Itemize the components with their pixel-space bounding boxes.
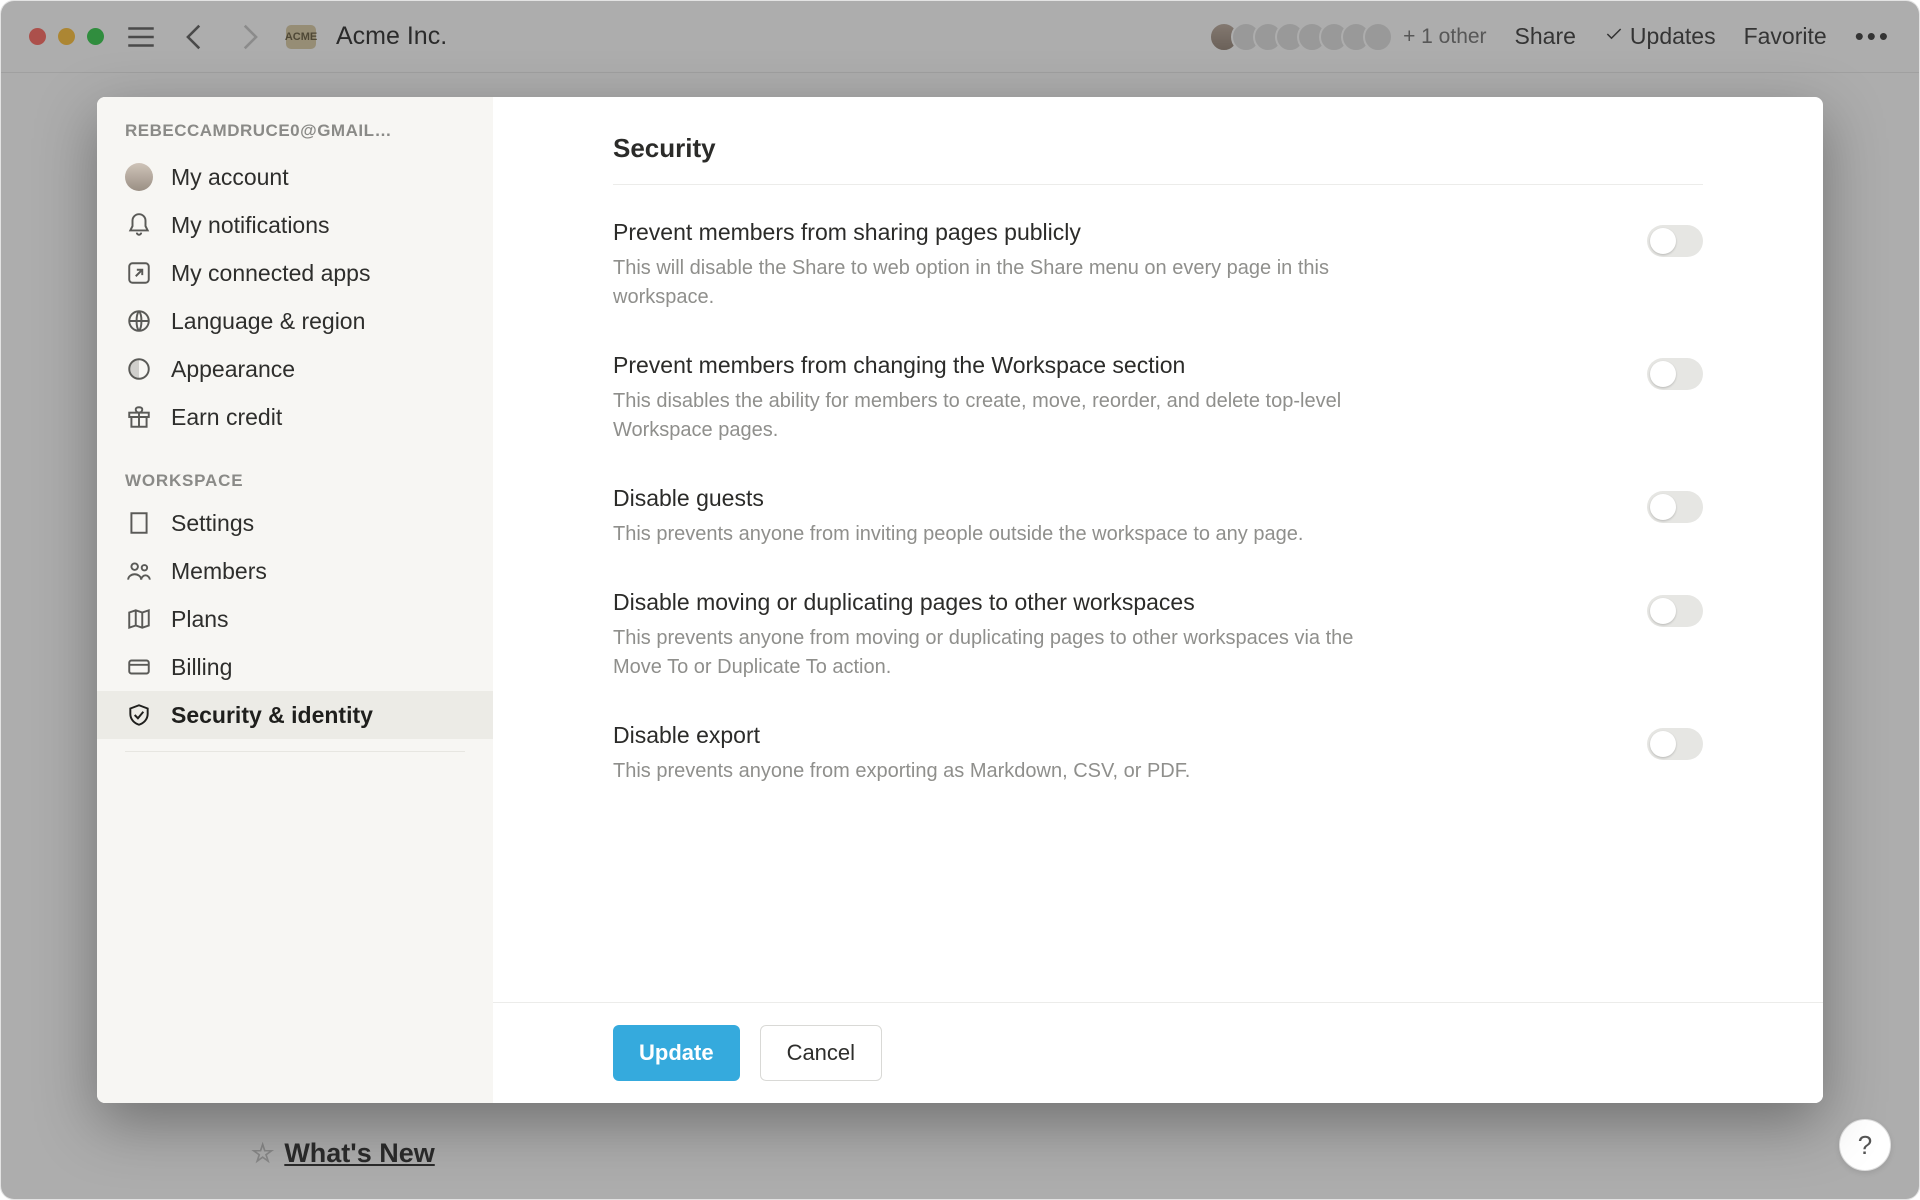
sidebar-item-label: Settings: [171, 510, 254, 537]
setting-title: Disable export: [613, 722, 1607, 749]
external-link-icon: [125, 259, 153, 287]
setting-prevent-public-sharing: Prevent members from sharing pages publi…: [613, 219, 1703, 352]
underlying-page-link[interactable]: ☆ What's New: [251, 1138, 435, 1169]
app-window: ACME Acme Inc. + 1 other Share Updates F…: [0, 0, 1920, 1200]
sidebar-item-label: My connected apps: [171, 260, 370, 287]
setting-disable-export: Disable export This prevents anyone from…: [613, 722, 1703, 806]
whats-new-label: What's New: [284, 1138, 434, 1169]
settings-scroll[interactable]: Security Prevent members from sharing pa…: [493, 97, 1823, 1002]
toggle-disable-export[interactable]: [1647, 728, 1703, 760]
cancel-button[interactable]: Cancel: [760, 1025, 882, 1081]
settings-sidebar: REBECCAMDRUCE0@GMAIL… My account My noti…: [97, 97, 493, 1103]
setting-desc: This prevents anyone from moving or dupl…: [613, 624, 1393, 682]
star-icon: ☆: [251, 1138, 274, 1169]
bell-icon: [125, 211, 153, 239]
account-email: REBECCAMDRUCE0@GMAIL…: [97, 121, 493, 153]
setting-disable-move-duplicate: Disable moving or duplicating pages to o…: [613, 589, 1703, 722]
update-button[interactable]: Update: [613, 1025, 740, 1081]
sidebar-item-label: Security & identity: [171, 702, 373, 729]
sidebar-item-label: Language & region: [171, 308, 365, 335]
sidebar-item-appearance[interactable]: Appearance: [97, 345, 493, 393]
avatar-icon: [125, 163, 153, 191]
sidebar-item-label: Appearance: [171, 356, 295, 383]
setting-prevent-workspace-change: Prevent members from changing the Worksp…: [613, 352, 1703, 485]
settings-modal: REBECCAMDRUCE0@GMAIL… My account My noti…: [97, 97, 1823, 1103]
sidebar-item-connected-apps[interactable]: My connected apps: [97, 249, 493, 297]
globe-icon: [125, 307, 153, 335]
sidebar-item-label: Plans: [171, 606, 229, 633]
gift-icon: [125, 403, 153, 431]
help-button[interactable]: ?: [1839, 1119, 1891, 1171]
sidebar-item-label: My account: [171, 164, 289, 191]
credit-card-icon: [125, 653, 153, 681]
setting-desc: This disables the ability for members to…: [613, 387, 1393, 445]
settings-footer: Update Cancel: [493, 1002, 1823, 1103]
sidebar-section-workspace: WORKSPACE: [97, 441, 493, 499]
setting-title: Prevent members from sharing pages publi…: [613, 219, 1607, 246]
toggle-prevent-workspace-change[interactable]: [1647, 358, 1703, 390]
setting-title: Disable moving or duplicating pages to o…: [613, 589, 1607, 616]
sidebar-item-settings[interactable]: Settings: [97, 499, 493, 547]
setting-desc: This prevents anyone from inviting peopl…: [613, 520, 1393, 549]
setting-title: Prevent members from changing the Worksp…: [613, 352, 1607, 379]
setting-disable-guests: Disable guests This prevents anyone from…: [613, 485, 1703, 589]
toggle-disable-move-duplicate[interactable]: [1647, 595, 1703, 627]
toggle-disable-guests[interactable]: [1647, 491, 1703, 523]
sidebar-item-label: Members: [171, 558, 267, 585]
sidebar-item-security-identity[interactable]: Security & identity: [97, 691, 493, 739]
moon-icon: [125, 355, 153, 383]
sidebar-item-my-account[interactable]: My account: [97, 153, 493, 201]
sidebar-item-plans[interactable]: Plans: [97, 595, 493, 643]
setting-desc: This will disable the Share to web optio…: [613, 254, 1393, 312]
sidebar-item-label: Billing: [171, 654, 232, 681]
sidebar-item-label: My notifications: [171, 212, 330, 239]
toggle-prevent-public-sharing[interactable]: [1647, 225, 1703, 257]
setting-desc: This prevents anyone from exporting as M…: [613, 757, 1393, 786]
map-icon: [125, 605, 153, 633]
setting-title: Disable guests: [613, 485, 1607, 512]
sidebar-divider: [125, 751, 465, 752]
building-icon: [125, 509, 153, 537]
sidebar-item-language-region[interactable]: Language & region: [97, 297, 493, 345]
people-icon: [125, 557, 153, 585]
sidebar-item-my-notifications[interactable]: My notifications: [97, 201, 493, 249]
sidebar-item-label: Earn credit: [171, 404, 282, 431]
shield-icon: [125, 701, 153, 729]
help-label: ?: [1858, 1130, 1872, 1161]
sidebar-item-earn-credit[interactable]: Earn credit: [97, 393, 493, 441]
page-title: Security: [613, 133, 1703, 185]
sidebar-item-billing[interactable]: Billing: [97, 643, 493, 691]
settings-main: Security Prevent members from sharing pa…: [493, 97, 1823, 1103]
sidebar-item-members[interactable]: Members: [97, 547, 493, 595]
